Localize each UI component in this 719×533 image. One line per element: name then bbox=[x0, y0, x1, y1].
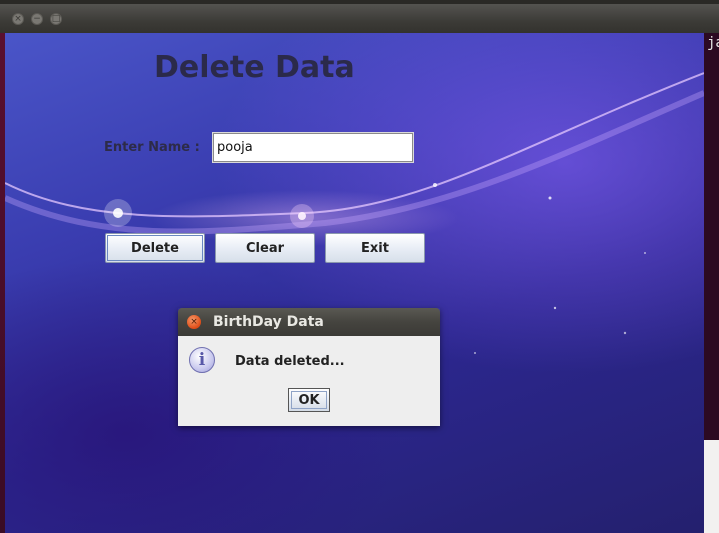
dialog-body: i Data deleted... OK bbox=[178, 336, 440, 426]
dialog-title: BirthDay Data bbox=[213, 314, 324, 330]
dialog-titlebar[interactable]: × BirthDay Data bbox=[178, 308, 440, 336]
clear-button[interactable]: Clear bbox=[215, 233, 315, 263]
window-minimize-icon[interactable]: − bbox=[31, 13, 43, 25]
dialog-message: Data deleted... bbox=[235, 354, 345, 369]
background-swoosh bbox=[5, 72, 704, 354]
window-content: Delete Data Enter Name : Delete Clear Ex… bbox=[5, 33, 704, 533]
window-titlebar[interactable]: × − □ bbox=[0, 0, 719, 33]
ok-button[interactable]: OK bbox=[288, 388, 330, 412]
window-maximize-icon[interactable]: □ bbox=[50, 13, 62, 25]
desktop-background bbox=[704, 440, 719, 533]
terminal-window-edge: ja bbox=[704, 33, 719, 440]
delete-button[interactable]: Delete bbox=[105, 233, 205, 263]
name-input[interactable] bbox=[212, 132, 414, 163]
exit-button[interactable]: Exit bbox=[325, 233, 425, 263]
page-title: Delete Data bbox=[154, 50, 355, 85]
name-label: Enter Name : bbox=[104, 140, 200, 155]
window-close-icon[interactable]: × bbox=[12, 13, 24, 25]
info-icon: i bbox=[189, 347, 215, 373]
terminal-text: ja bbox=[707, 35, 719, 51]
message-dialog: × BirthDay Data i Data deleted... OK bbox=[178, 308, 440, 426]
dialog-close-icon[interactable]: × bbox=[187, 315, 201, 329]
